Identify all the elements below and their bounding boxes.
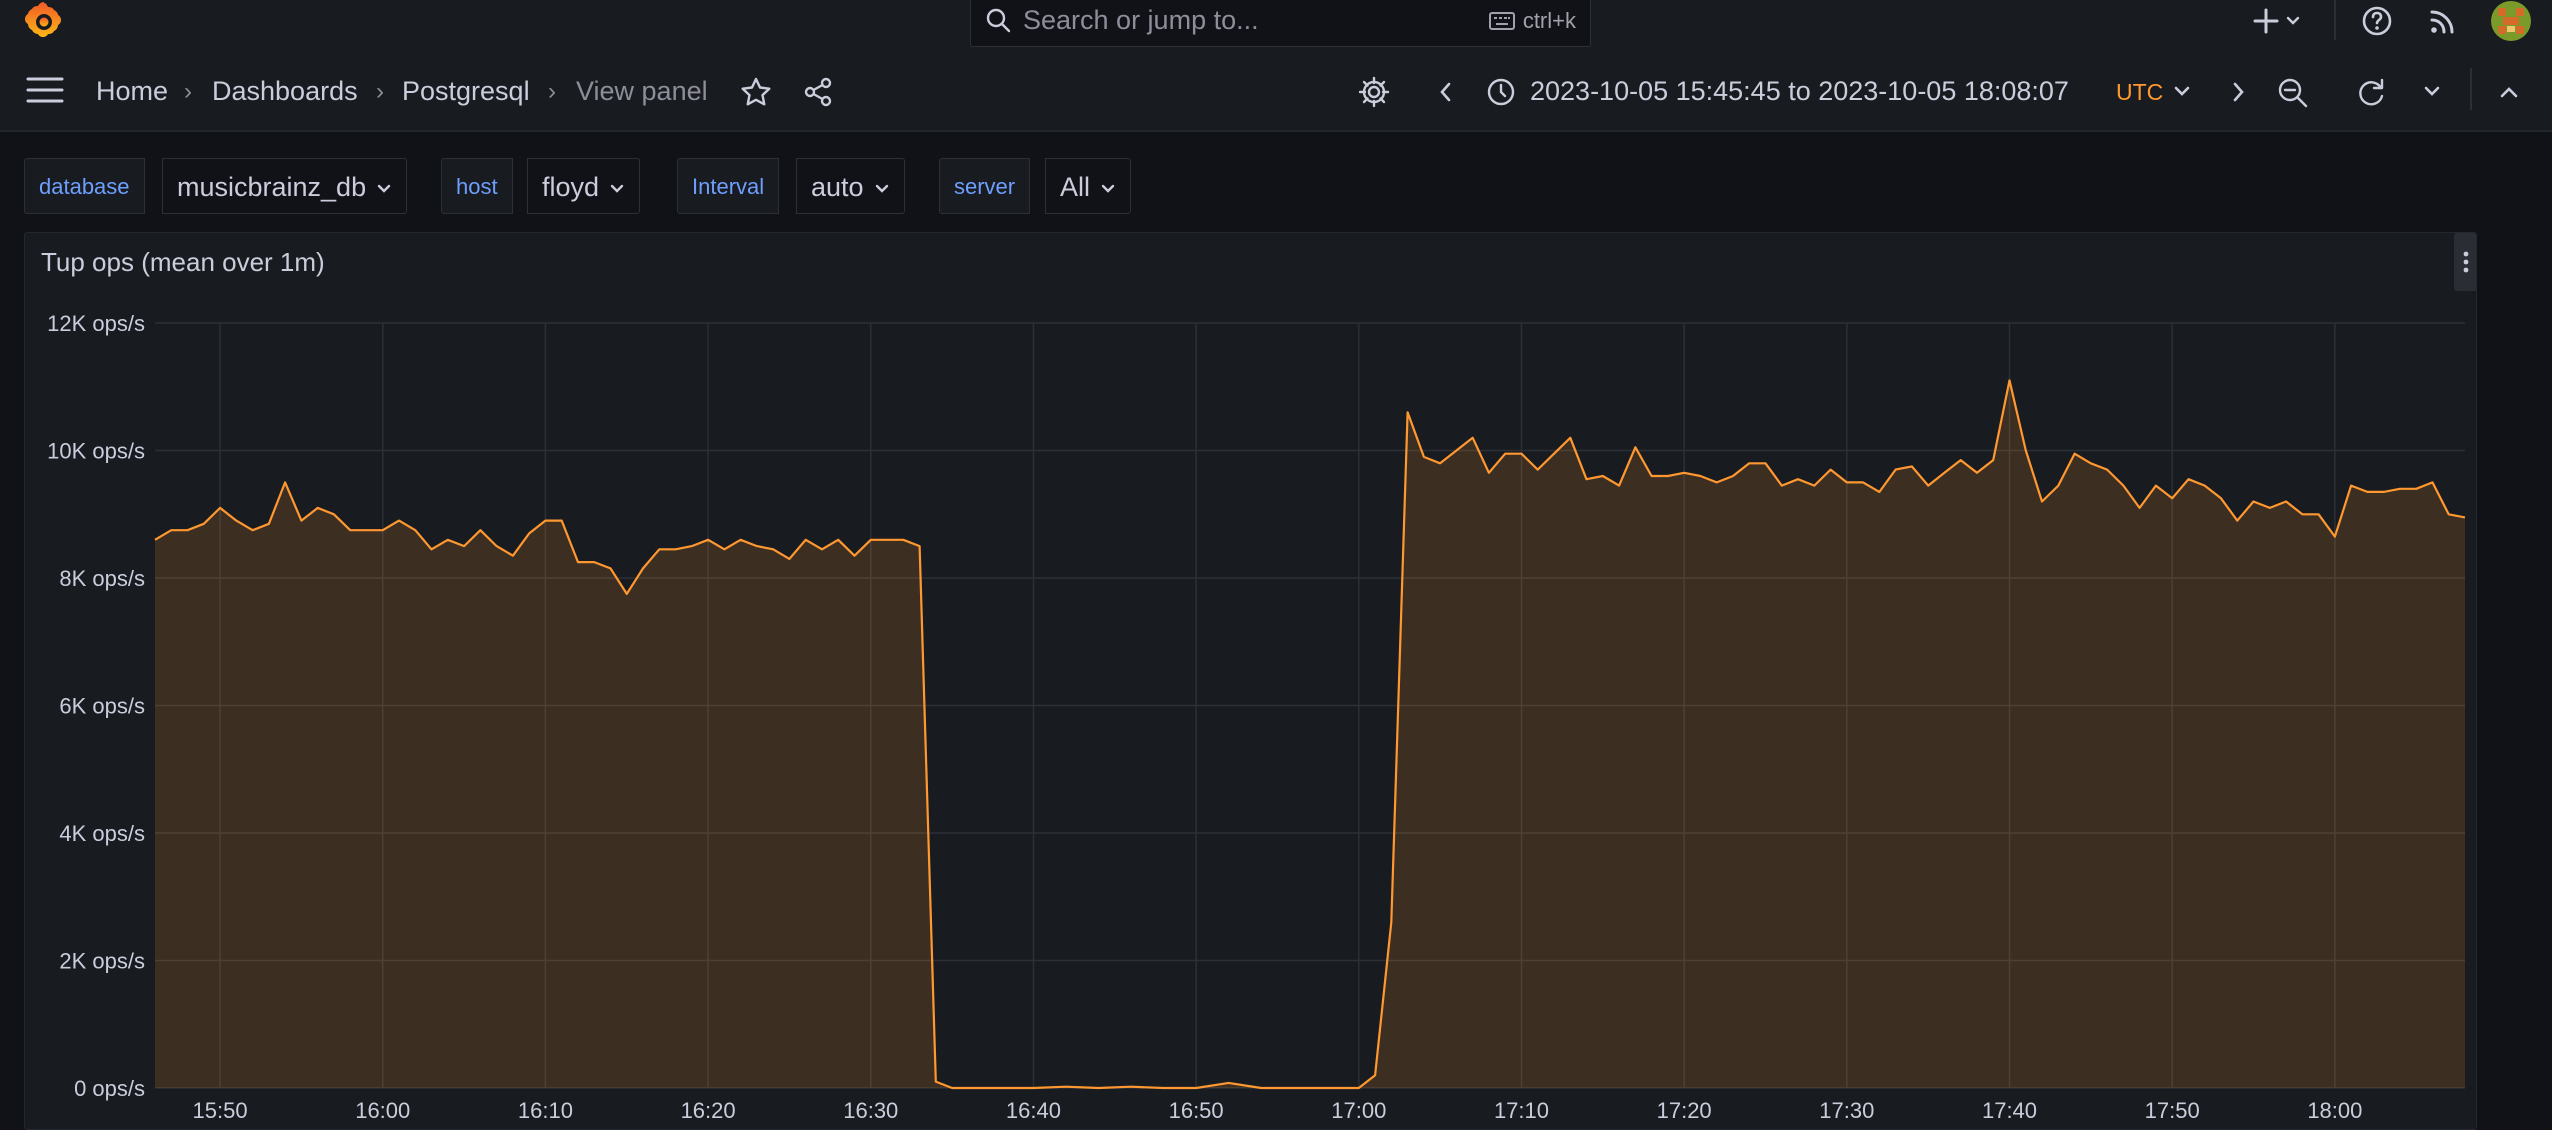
variable-select-server[interactable]: All [1045,158,1132,214]
breadcrumb-dashboards[interactable]: Dashboards [212,76,358,107]
y-tick-label: 2K ops/s [59,949,145,974]
x-tick-label: 17:00 [1331,1098,1386,1123]
chevron-down-icon [875,184,888,193]
new-plus-icon[interactable] [2252,4,2306,38]
x-tick-label: 16:50 [1169,1098,1224,1123]
star-favorite-icon[interactable] [740,76,772,108]
y-tick-label: 8K ops/s [59,566,145,591]
y-tick-label: 0 ops/s [74,1076,145,1101]
variable-select-interval[interactable]: auto [796,158,905,214]
variable-label-database: database [24,158,145,214]
refresh-interval-chevron-down-icon[interactable] [2422,84,2442,100]
variable-label-host: host [441,158,513,214]
y-tick-label: 4K ops/s [59,821,145,846]
y-axis: 0 ops/s 2K ops/s 4K ops/s 6K ops/s 8K ops/s 1… [47,311,145,1101]
time-shift-forward-chevron-icon[interactable] [2228,80,2248,104]
x-tick-label: 16:40 [1006,1098,1061,1123]
collapse-chevron-up-icon[interactable] [2498,84,2520,100]
chevron-down-icon [1101,184,1115,193]
y-tick-label: 12K ops/s [47,311,145,336]
variable-value: auto [811,172,864,202]
user-avatar-icon[interactable] [2490,0,2532,42]
search-shortcut: ctrl+k [1488,8,1576,34]
keyboard-icon [1488,12,1515,30]
x-tick-label: 17:10 [1494,1098,1549,1123]
time-shift-back-chevron-icon[interactable] [1436,80,1456,104]
top-bar: Search or jump to... ctrl+k [0,0,2552,48]
breadcrumb-chevron-icon: › [548,78,556,105]
variable-label-server: server [939,158,1031,214]
time-range-picker[interactable]: 2023-10-05 15:45:45 to 2023-10-05 18:08:… [1530,76,2069,107]
breadcrumb-home[interactable]: Home [96,76,168,107]
search-icon [986,8,1011,33]
x-tick-label: 15:50 [193,1098,248,1123]
series-area-fill [155,380,2465,1088]
news-rss-icon[interactable] [2426,4,2460,38]
top-divider [2334,0,2336,40]
clock-icon [1487,78,1515,106]
x-tick-label: 16:10 [518,1098,573,1123]
graph-panel: Tup ops (mean over 1m) 0 ops/s 2K ops/s 4K… [24,232,2477,1130]
breadcrumb-postgresql[interactable]: Postgresql [402,76,530,107]
y-tick-label: 10K ops/s [47,439,145,464]
y-tick-label: 6K ops/s [59,694,145,719]
chevron-down-icon [377,184,391,193]
variable-select-database[interactable]: musicbrainz_db [162,158,408,214]
x-tick-label: 16:20 [681,1098,736,1123]
grafana-logo-icon[interactable] [22,0,66,44]
dashboard-nav-bar: Home › Dashboards › Postgresql › View pa… [0,48,2552,132]
breadcrumb-chevron-icon: › [376,78,384,105]
dashboard-settings-gear-icon[interactable] [1358,76,1390,108]
search-placeholder: Search or jump to... [1023,5,1259,35]
variable-value: floyd [542,172,600,202]
x-tick-label: 17:20 [1657,1098,1712,1123]
x-tick-label: 17:50 [2145,1098,2200,1123]
chevron-down-icon [610,184,624,193]
x-tick-label: 16:00 [355,1098,410,1123]
x-tick-label: 17:30 [1819,1098,1874,1123]
nav-divider [2470,68,2472,110]
time-picker-chevron-down-icon[interactable] [2172,84,2192,100]
variable-label-interval: Interval [677,158,780,214]
x-axis: 15:50 16:00 16:10 16:20 16:30 16:40 16:50 17:00… [193,1098,2363,1123]
x-tick-label: 17:40 [1982,1098,2037,1123]
help-icon[interactable] [2360,4,2394,38]
search-bar[interactable]: Search or jump to... ctrl+k [970,0,1591,47]
variable-select-host[interactable]: floyd [527,158,641,214]
time-series-chart[interactable]: 0 ops/s 2K ops/s 4K ops/s 6K ops/s 8K ops/s 1… [25,233,2477,1130]
variable-value: All [1060,172,1091,202]
menu-hamburger-icon[interactable] [26,76,64,104]
breadcrumb-chevron-icon: › [184,78,192,105]
search-shortcut-text: ctrl+k [1522,8,1576,33]
zoom-out-icon[interactable] [2276,76,2310,110]
x-tick-label: 18:00 [2307,1098,2362,1123]
x-tick-label: 16:30 [843,1098,898,1123]
variable-value: musicbrainz_db [177,172,367,202]
share-icon[interactable] [802,76,834,108]
refresh-icon[interactable] [2354,76,2388,110]
breadcrumb-current-page: View panel [576,76,708,106]
timezone-label[interactable]: UTC [2116,79,2163,106]
